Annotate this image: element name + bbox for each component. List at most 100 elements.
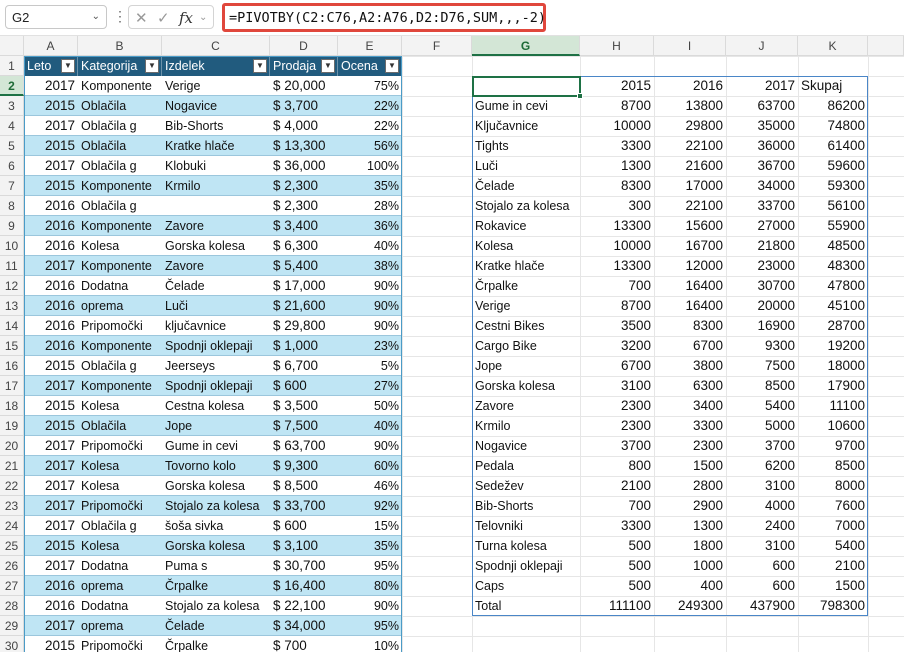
table-cell[interactable]: Kolesa: [78, 536, 162, 556]
pivot-header-cell[interactable]: 2017: [726, 76, 798, 96]
pivot-cell[interactable]: 5400: [726, 396, 798, 416]
table-cell[interactable]: oprema: [78, 296, 162, 316]
select-all-corner[interactable]: [0, 36, 24, 56]
column-header-e[interactable]: E: [338, 36, 402, 56]
row-header[interactable]: 1: [0, 56, 24, 76]
table-cell[interactable]: 40%: [338, 236, 402, 256]
table-cell[interactable]: Kolesa: [78, 456, 162, 476]
row-header[interactable]: 9: [0, 216, 24, 236]
table-cell[interactable]: 2017: [24, 496, 78, 516]
pivot-cell[interactable]: 22100: [654, 196, 726, 216]
pivot-cell[interactable]: 500: [580, 576, 654, 596]
pivot-cell[interactable]: 45100: [798, 296, 868, 316]
row-header[interactable]: 24: [0, 516, 24, 536]
column-header-f[interactable]: F: [402, 36, 472, 56]
row-header[interactable]: 11: [0, 256, 24, 276]
table-cell[interactable]: Dodatna: [78, 556, 162, 576]
pivot-header-cell[interactable]: [472, 76, 580, 96]
row-header[interactable]: 15: [0, 336, 24, 356]
fx-icon[interactable]: fx: [179, 9, 193, 27]
table-cell[interactable]: 2017: [24, 76, 78, 96]
pivot-cell[interactable]: 798300: [798, 596, 868, 616]
table-cell[interactable]: Gorska kolesa: [162, 536, 270, 556]
table-cell[interactable]: 2016: [24, 316, 78, 336]
table-cell[interactable]: 28%: [338, 196, 402, 216]
table-cell[interactable]: $ 6,300: [270, 236, 338, 256]
pivot-cell[interactable]: 3300: [654, 416, 726, 436]
row-header[interactable]: 7: [0, 176, 24, 196]
row-header[interactable]: 25: [0, 536, 24, 556]
column-header-a[interactable]: A: [24, 36, 78, 56]
pivot-cell[interactable]: 28700: [798, 316, 868, 336]
table-header-cell[interactable]: Prodaja ▼: [270, 56, 338, 76]
table-cell[interactable]: 2017: [24, 516, 78, 536]
column-header-h[interactable]: H: [580, 36, 654, 56]
table-cell[interactable]: 22%: [338, 116, 402, 136]
pivot-cell[interactable]: 22100: [654, 136, 726, 156]
pivot-cell[interactable]: 500: [580, 556, 654, 576]
table-cell[interactable]: 22%: [338, 96, 402, 116]
table-cell[interactable]: 36%: [338, 216, 402, 236]
pivot-cell[interactable]: 63700: [726, 96, 798, 116]
pivot-cell[interactable]: 3500: [580, 316, 654, 336]
table-cell[interactable]: 2017: [24, 256, 78, 276]
table-cell[interactable]: $ 8,500: [270, 476, 338, 496]
column-header-i[interactable]: I: [654, 36, 726, 56]
table-cell[interactable]: 90%: [338, 436, 402, 456]
pivot-cell[interactable]: 600: [726, 556, 798, 576]
enter-icon[interactable]: ✓: [157, 9, 170, 27]
pivot-cell[interactable]: Kolesa: [472, 236, 580, 256]
pivot-cell[interactable]: 111100: [580, 596, 654, 616]
table-cell[interactable]: 2016: [24, 196, 78, 216]
table-cell[interactable]: 2015: [24, 136, 78, 156]
table-cell[interactable]: Čelade: [162, 616, 270, 636]
pivot-cell[interactable]: 17000: [654, 176, 726, 196]
pivot-cell[interactable]: Spodnji oklepaji: [472, 556, 580, 576]
pivot-cell[interactable]: Pedala: [472, 456, 580, 476]
chevron-down-icon[interactable]: ⌄: [92, 11, 100, 22]
pivot-cell[interactable]: Bib-Shorts: [472, 496, 580, 516]
row-header[interactable]: 12: [0, 276, 24, 296]
pivot-cell[interactable]: 300: [580, 196, 654, 216]
table-cell[interactable]: Gume in cevi: [162, 436, 270, 456]
pivot-cell[interactable]: Luči: [472, 156, 580, 176]
table-cell[interactable]: 80%: [338, 576, 402, 596]
row-header[interactable]: 27: [0, 576, 24, 596]
table-cell[interactable]: 2017: [24, 376, 78, 396]
table-cell[interactable]: Oblačila g: [78, 116, 162, 136]
column-header-l[interactable]: [868, 36, 904, 56]
pivot-cell[interactable]: 36000: [726, 136, 798, 156]
pivot-cell[interactable]: 11100: [798, 396, 868, 416]
pivot-cell[interactable]: 700: [580, 276, 654, 296]
table-cell[interactable]: 75%: [338, 76, 402, 96]
table-cell[interactable]: Kolesa: [78, 396, 162, 416]
filter-dropdown-icon[interactable]: ▼: [61, 59, 75, 73]
pivot-cell[interactable]: 700: [580, 496, 654, 516]
table-cell[interactable]: oprema: [78, 576, 162, 596]
table-cell[interactable]: 92%: [338, 496, 402, 516]
pivot-cell[interactable]: 56100: [798, 196, 868, 216]
pivot-cell[interactable]: 2300: [654, 436, 726, 456]
pivot-cell[interactable]: 2900: [654, 496, 726, 516]
table-cell[interactable]: $ 33,700: [270, 496, 338, 516]
pivot-cell[interactable]: 13800: [654, 96, 726, 116]
pivot-cell[interactable]: 9700: [798, 436, 868, 456]
table-cell[interactable]: $ 63,700: [270, 436, 338, 456]
table-cell[interactable]: 2016: [24, 236, 78, 256]
table-cell[interactable]: Pripomočki: [78, 636, 162, 652]
table-cell[interactable]: $ 3,500: [270, 396, 338, 416]
pivot-cell[interactable]: 2300: [580, 416, 654, 436]
column-header-g[interactable]: G: [472, 36, 580, 56]
row-header[interactable]: 30: [0, 636, 24, 652]
table-cell[interactable]: 2016: [24, 596, 78, 616]
pivot-cell[interactable]: 20000: [726, 296, 798, 316]
name-box[interactable]: G2 ⌄: [5, 5, 107, 29]
table-cell[interactable]: 23%: [338, 336, 402, 356]
table-cell[interactable]: Zavore: [162, 216, 270, 236]
table-cell[interactable]: Puma s: [162, 556, 270, 576]
table-cell[interactable]: $ 16,400: [270, 576, 338, 596]
table-cell[interactable]: Pripomočki: [78, 316, 162, 336]
chevron-down-icon[interactable]: ⌄: [199, 12, 207, 23]
pivot-cell[interactable]: 16400: [654, 276, 726, 296]
table-cell[interactable]: Komponente: [78, 176, 162, 196]
